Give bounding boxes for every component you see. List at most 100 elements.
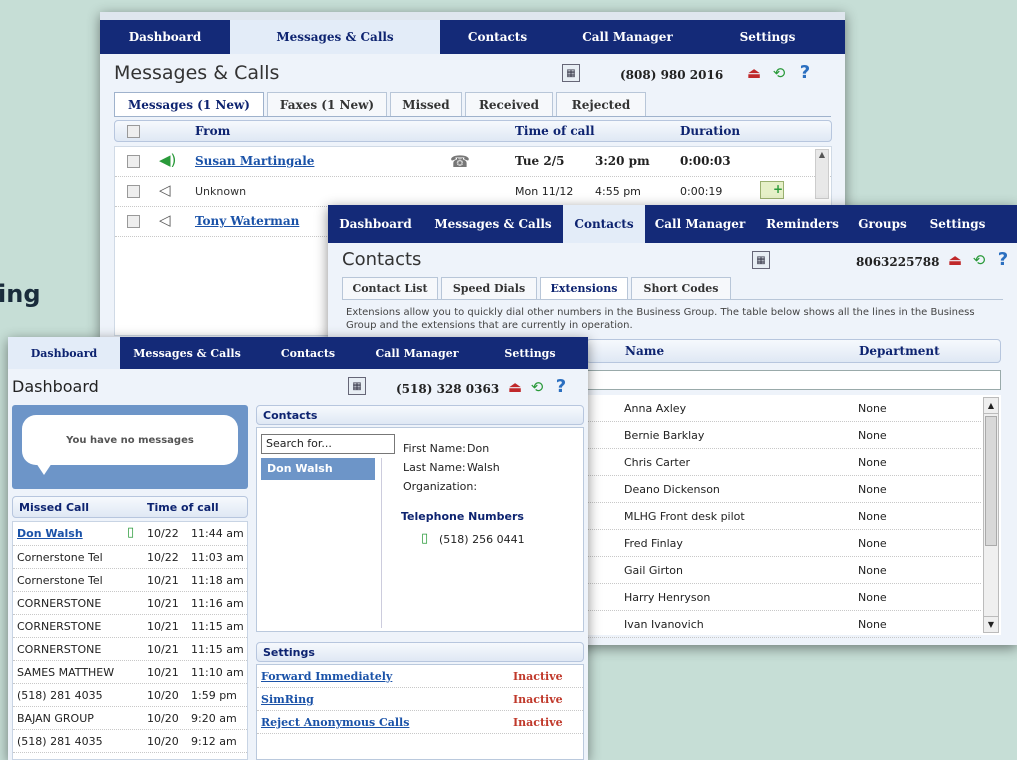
tab-speed-dials[interactable]: Speed Dials [441, 277, 537, 299]
nav-call-manager[interactable]: Call Manager [362, 337, 472, 369]
caller-link[interactable]: Don Walsh [17, 527, 83, 540]
settings-panel-title: Settings [263, 646, 315, 659]
scroll-down-arrow-icon[interactable]: ▼ [984, 616, 998, 632]
table-row[interactable]: CORNERSTONE 10/21 11:15 am [13, 638, 247, 661]
tab-extensions[interactable]: Extensions [540, 277, 628, 299]
speaker-icon[interactable]: ◀) [159, 151, 176, 169]
nav-dashboard[interactable]: Dashboard [328, 205, 423, 243]
dashboard-window: Dashboard Messages & Calls Contacts Call… [8, 337, 588, 760]
logout-icon[interactable]: ⏏ [506, 378, 524, 396]
forward-immediately-link[interactable]: Forward Immediately [261, 670, 392, 683]
table-row[interactable]: Gail Girton None [586, 557, 981, 584]
contact-list-item[interactable]: Don Walsh [261, 458, 375, 480]
table-row[interactable]: MLHG Front desk pilot None [586, 503, 981, 530]
row-checkbox[interactable] [127, 155, 140, 168]
nav-settings[interactable]: Settings [700, 20, 835, 54]
nav-contacts[interactable]: Contacts [254, 337, 362, 369]
nav-reminders[interactable]: Reminders [755, 205, 850, 243]
table-row[interactable]: Bernie Barklay None [586, 422, 981, 449]
nav-dashboard[interactable]: Dashboard [100, 20, 230, 54]
caller-link[interactable]: Tony Waterman [195, 214, 299, 228]
table-row[interactable]: Deano Dickenson None [586, 476, 981, 503]
refresh-icon[interactable]: ⟲ [528, 378, 546, 396]
nav-settings[interactable]: Settings [915, 205, 1000, 243]
call-date: 10/22 [147, 527, 179, 540]
ext-name: Gail Girton [624, 564, 683, 577]
tab-messages[interactable]: Messages (1 New) [114, 92, 264, 116]
call-date: 10/20 [147, 735, 179, 748]
organization-label: Organization: [403, 480, 478, 493]
scroll-up-arrow-icon[interactable]: ▲ [984, 398, 998, 414]
table-row[interactable]: Fred Finlay None [586, 530, 981, 557]
help-icon[interactable]: ? [796, 62, 814, 83]
table-row[interactable]: Anna Axley None [586, 395, 981, 422]
tab-short-codes[interactable]: Short Codes [631, 277, 731, 299]
row-checkbox[interactable] [127, 215, 140, 228]
ext-department: None [858, 591, 887, 604]
call-time: 11:15 am [191, 620, 244, 633]
call-time: 11:44 am [191, 527, 244, 540]
refresh-icon[interactable]: ⟲ [970, 251, 988, 269]
col-name: Name [625, 344, 665, 358]
table-row[interactable]: CORNERSTONE 10/21 11:16 am [13, 592, 247, 615]
caller-link[interactable]: Susan Martingale [195, 154, 314, 168]
ext-department: None [858, 564, 887, 577]
table-row[interactable]: (518) 281 4035 10/20 1:59 pm [13, 684, 247, 707]
nav-contacts[interactable]: Contacts [563, 205, 645, 243]
call-time: 9:12 am [191, 735, 237, 748]
scroll-thumb[interactable] [985, 416, 997, 546]
logout-icon[interactable]: ⏏ [745, 64, 763, 82]
tab-faxes[interactable]: Faxes (1 New) [267, 92, 387, 116]
nav-settings[interactable]: Settings [472, 337, 588, 369]
nav-messages-calls[interactable]: Messages & Calls [230, 20, 440, 54]
table-row[interactable]: Cornerstone Tel 10/21 11:18 am [13, 569, 247, 592]
nav-call-manager[interactable]: Call Manager [555, 20, 700, 54]
settings-row[interactable]: SimRing Inactive [257, 688, 583, 711]
dialpad-icon[interactable]: ▦ [752, 251, 770, 269]
tab-received[interactable]: Received [465, 92, 553, 116]
dialpad-icon[interactable]: ▦ [562, 64, 580, 82]
nav-dashboard[interactable]: Dashboard [8, 337, 120, 369]
table-row[interactable]: Ivan Ivanovich None [586, 611, 981, 638]
nav-messages-calls[interactable]: Messages & Calls [423, 205, 563, 243]
simring-link[interactable]: SimRing [261, 693, 314, 706]
table-row[interactable]: (518) 281 4035 10/20 9:12 am [13, 730, 247, 753]
speaker-icon[interactable]: ◁ [159, 181, 171, 199]
table-row[interactable]: Chris Carter None [586, 449, 981, 476]
table-row[interactable]: ◀) Susan Martingale ☎ Tue 2/5 3:20 pm 0:… [115, 147, 831, 177]
tab-contact-list[interactable]: Contact List [342, 277, 438, 299]
ext-name: Chris Carter [624, 456, 691, 469]
table-row[interactable]: ◁ Unknown Mon 11/12 4:55 pm 0:00:19 + [115, 177, 831, 207]
filter-input[interactable] [586, 370, 1001, 390]
speaker-icon[interactable]: ◁ [159, 211, 171, 229]
table-row[interactable]: Don Walsh ▯ 10/22 11:44 am [13, 522, 247, 546]
help-icon[interactable]: ? [994, 249, 1012, 270]
tab-rejected[interactable]: Rejected [556, 92, 646, 116]
caller-name: Unknown [195, 185, 247, 198]
refresh-icon[interactable]: ⟲ [770, 64, 788, 82]
nav-call-manager[interactable]: Call Manager [645, 205, 755, 243]
table-row[interactable]: Harry Henryson None [586, 584, 981, 611]
settings-row[interactable]: Reject Anonymous Calls Inactive [257, 711, 583, 734]
table-row[interactable]: BAJAN GROUP 10/20 9:20 am [13, 707, 247, 730]
settings-row[interactable]: Forward Immediately Inactive [257, 665, 583, 688]
tab-missed[interactable]: Missed [390, 92, 462, 116]
logout-icon[interactable]: ⏏ [946, 251, 964, 269]
table-row[interactable]: CORNERSTONE 10/21 11:15 am [13, 615, 247, 638]
nav-contacts[interactable]: Contacts [440, 20, 555, 54]
help-icon[interactable]: ? [552, 376, 570, 397]
select-all-checkbox[interactable] [127, 125, 140, 138]
vertical-scrollbar[interactable]: ▲ ▼ [983, 397, 999, 633]
nav-messages-calls[interactable]: Messages & Calls [120, 337, 254, 369]
dialpad-icon[interactable]: ▦ [348, 377, 366, 395]
nav-groups[interactable]: Groups [850, 205, 915, 243]
add-contact-icon[interactable]: + [760, 181, 784, 199]
row-checkbox[interactable] [127, 185, 140, 198]
table-row[interactable]: Cornerstone Tel 10/22 11:03 am [13, 546, 247, 569]
reject-anonymous-calls-link[interactable]: Reject Anonymous Calls [261, 716, 409, 729]
scrollbar[interactable]: ▲ [815, 149, 829, 199]
table-row[interactable]: SAMES MATTHEW 10/21 11:10 am [13, 661, 247, 684]
call-time: 3:20 pm [595, 154, 650, 168]
contact-search-input[interactable]: Search for... [261, 434, 395, 454]
caller-name: CORNERSTONE [17, 597, 102, 610]
